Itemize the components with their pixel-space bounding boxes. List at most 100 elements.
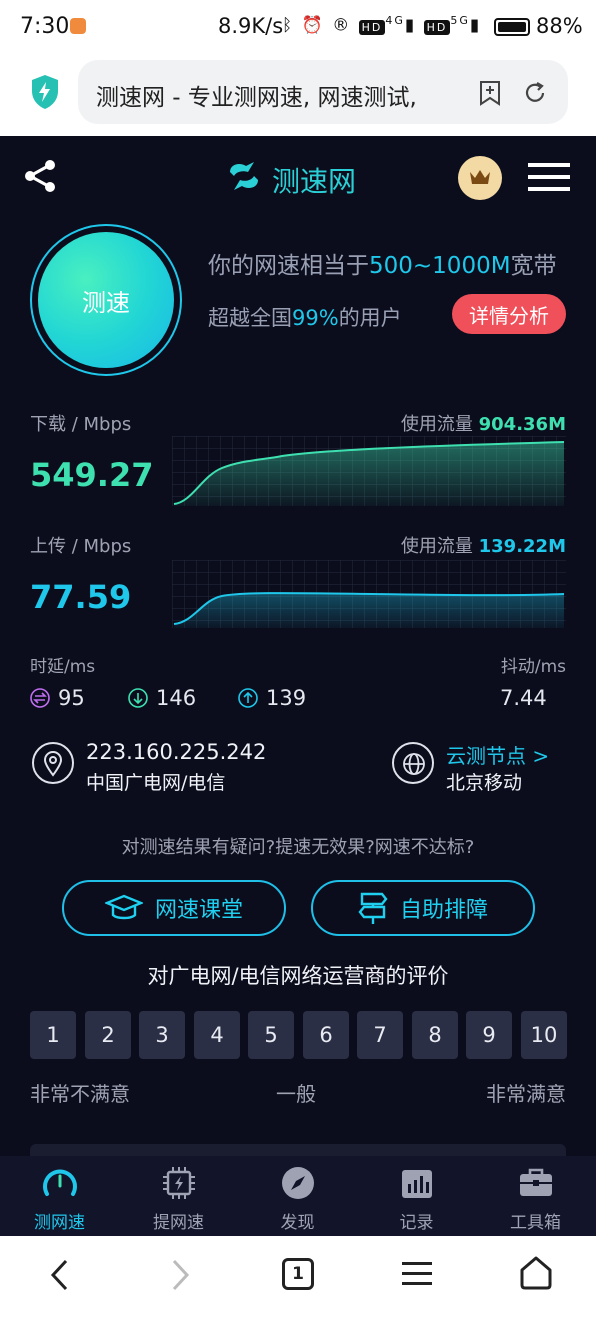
jitter-value: 7.44 (500, 686, 547, 710)
tab-records[interactable]: 记录 (357, 1156, 476, 1236)
latency-label: 时延/ms (30, 657, 96, 677)
alarm-icon: ⏰ (301, 15, 325, 36)
download-label: 下载 / Mbps (30, 414, 132, 435)
up-ping-icon (238, 688, 258, 708)
app-notification-icon (70, 18, 86, 34)
rating-score-9[interactable]: 9 (466, 1011, 512, 1059)
upload-traffic-value: 139.22M (478, 536, 566, 557)
rating-score-1[interactable]: 1 (30, 1011, 76, 1059)
beat-suffix: 的用户 (338, 306, 402, 330)
download-speed-graph (172, 436, 566, 506)
start-test-button[interactable]: 测速 (38, 232, 174, 368)
detail-analysis-label: 详情分析 (469, 303, 549, 328)
tab-speed-test-label: 测网速 (34, 1213, 85, 1233)
network-label-5g: 5G (450, 14, 470, 27)
ping-value: 95 (58, 686, 85, 710)
speed-equivalent: 你的网速相当于500~1000M宽带 (208, 246, 557, 280)
signpost-icon (358, 892, 388, 924)
self-troubleshoot-button[interactable]: 自助排障 (311, 880, 535, 936)
rating-score-7[interactable]: 7 (357, 1011, 403, 1059)
browser-nav-bar: 1 (0, 1236, 596, 1324)
back-icon[interactable] (48, 1258, 72, 1292)
bar-chart-icon (402, 1170, 432, 1198)
test-node-value: 北京移动 (446, 772, 523, 794)
battery-icon (494, 18, 530, 36)
down-ping-value: 146 (156, 686, 197, 710)
bottom-tab-bar: 测网速 提网速 发现 记录 工具箱 (0, 1156, 596, 1236)
graduation-cap-icon (104, 894, 143, 920)
rating-score-8[interactable]: 8 (412, 1011, 458, 1059)
tabs-count-button[interactable]: 1 (282, 1258, 314, 1290)
rating-score-10[interactable]: 10 (521, 1011, 567, 1059)
upload-speed-graph (172, 560, 566, 628)
vip-crown-button[interactable] (458, 156, 502, 200)
hd-label-1: HD (358, 19, 386, 35)
rating-low-label: 非常不满意 (30, 1082, 130, 1106)
rating-score-4[interactable]: 4 (194, 1011, 240, 1059)
isp-name: 中国广电网/电信 (86, 772, 226, 794)
start-test-label: 测速 (82, 288, 130, 317)
rating-score-6[interactable]: 6 (303, 1011, 349, 1059)
logo-text: 测速网 (272, 165, 357, 198)
equiv-value: 500~1000M (369, 253, 511, 279)
rating-score-3[interactable]: 3 (139, 1011, 185, 1059)
rating-score-2[interactable]: 2 (85, 1011, 131, 1059)
speedometer-icon (43, 1169, 77, 1196)
refresh-icon[interactable] (522, 80, 548, 106)
download-speed-value: 549.27 (30, 456, 154, 494)
beat-prefix: 超越全国 (208, 306, 292, 330)
logo-icon (230, 162, 258, 190)
test-node-link[interactable]: 云测节点 > (446, 740, 549, 769)
status-time: 7:30 (20, 14, 70, 39)
status-net-speed: 8.9K/s (218, 14, 284, 38)
share-icon[interactable] (22, 158, 58, 194)
home-icon[interactable] (518, 1254, 554, 1290)
jitter-label: 抖动/ms (500, 657, 566, 677)
rating-mid-label: 一般 (276, 1082, 316, 1106)
speed-course-label: 网速课堂 (154, 898, 243, 923)
equiv-suffix: 宽带 (510, 253, 557, 279)
chip-bolt-icon (163, 1167, 195, 1199)
registered-icon: ® (332, 15, 352, 36)
download-traffic-value: 904.36M (478, 414, 566, 435)
status-bar: 7:30 8.9K/s ᛒ ⏰ ® HD4G▮ HD5G▮ 88% (0, 0, 596, 52)
rating-score-5[interactable]: 5 (248, 1011, 294, 1059)
speed-course-button[interactable]: 网速课堂 (62, 880, 286, 936)
upload-speed-value: 77.59 (30, 578, 132, 616)
tab-records-label: 记录 (399, 1213, 434, 1233)
speedtest-app: 测速网 测速 你的网速相当于500~1000M宽带 超越全国99%的用户 详情分… (0, 136, 596, 1236)
network-label-4g: 4G (385, 14, 405, 27)
up-ping-value: 139 (266, 686, 307, 710)
ip-address: 223.160.225.242 (86, 740, 267, 764)
tab-discover[interactable]: 发现 (238, 1156, 357, 1236)
crown-icon (470, 170, 490, 184)
status-icons: ᛒ ⏰ ® HD4G▮ HD5G▮ (282, 14, 481, 36)
detail-analysis-button[interactable]: 详情分析 (452, 294, 566, 334)
signal-icon-1: ▮ (404, 15, 417, 36)
upload-traffic: 使用流量 139.22M (401, 532, 566, 558)
tab-speed-test[interactable]: 测网速 (0, 1156, 119, 1236)
tab-toolbox[interactable]: 工具箱 (476, 1156, 595, 1236)
toolbox-icon (520, 1168, 552, 1196)
tab-toolbox-label: 工具箱 (510, 1213, 561, 1233)
tab-boost[interactable]: 提网速 (119, 1156, 238, 1236)
signal-icon-2: ▮ (469, 15, 482, 36)
download-traffic-label: 使用流量 (400, 414, 473, 435)
tab-discover-label: 发现 (280, 1213, 315, 1233)
url-title[interactable]: 测速网 - 专业测网速, 网速测试, (96, 78, 446, 112)
bluetooth-icon: ᛒ (282, 15, 295, 36)
compass-icon (282, 1167, 314, 1199)
download-traffic: 使用流量 904.36M (401, 410, 566, 436)
beat-ratio: 超越全国99%的用户 (208, 302, 402, 332)
menu-lines-icon[interactable] (402, 1260, 432, 1288)
down-ping-icon (128, 688, 148, 708)
upload-traffic-label: 使用流量 (400, 536, 473, 557)
upload-label: 上传 / Mbps (30, 536, 132, 557)
menu-icon[interactable] (528, 162, 570, 192)
shield-bolt-icon[interactable] (30, 74, 60, 110)
add-bookmark-icon[interactable] (478, 80, 502, 106)
forward-icon[interactable] (168, 1258, 192, 1292)
globe-icon (392, 742, 434, 784)
ping-icon (30, 688, 50, 708)
rating-high-label: 非常满意 (486, 1082, 566, 1106)
